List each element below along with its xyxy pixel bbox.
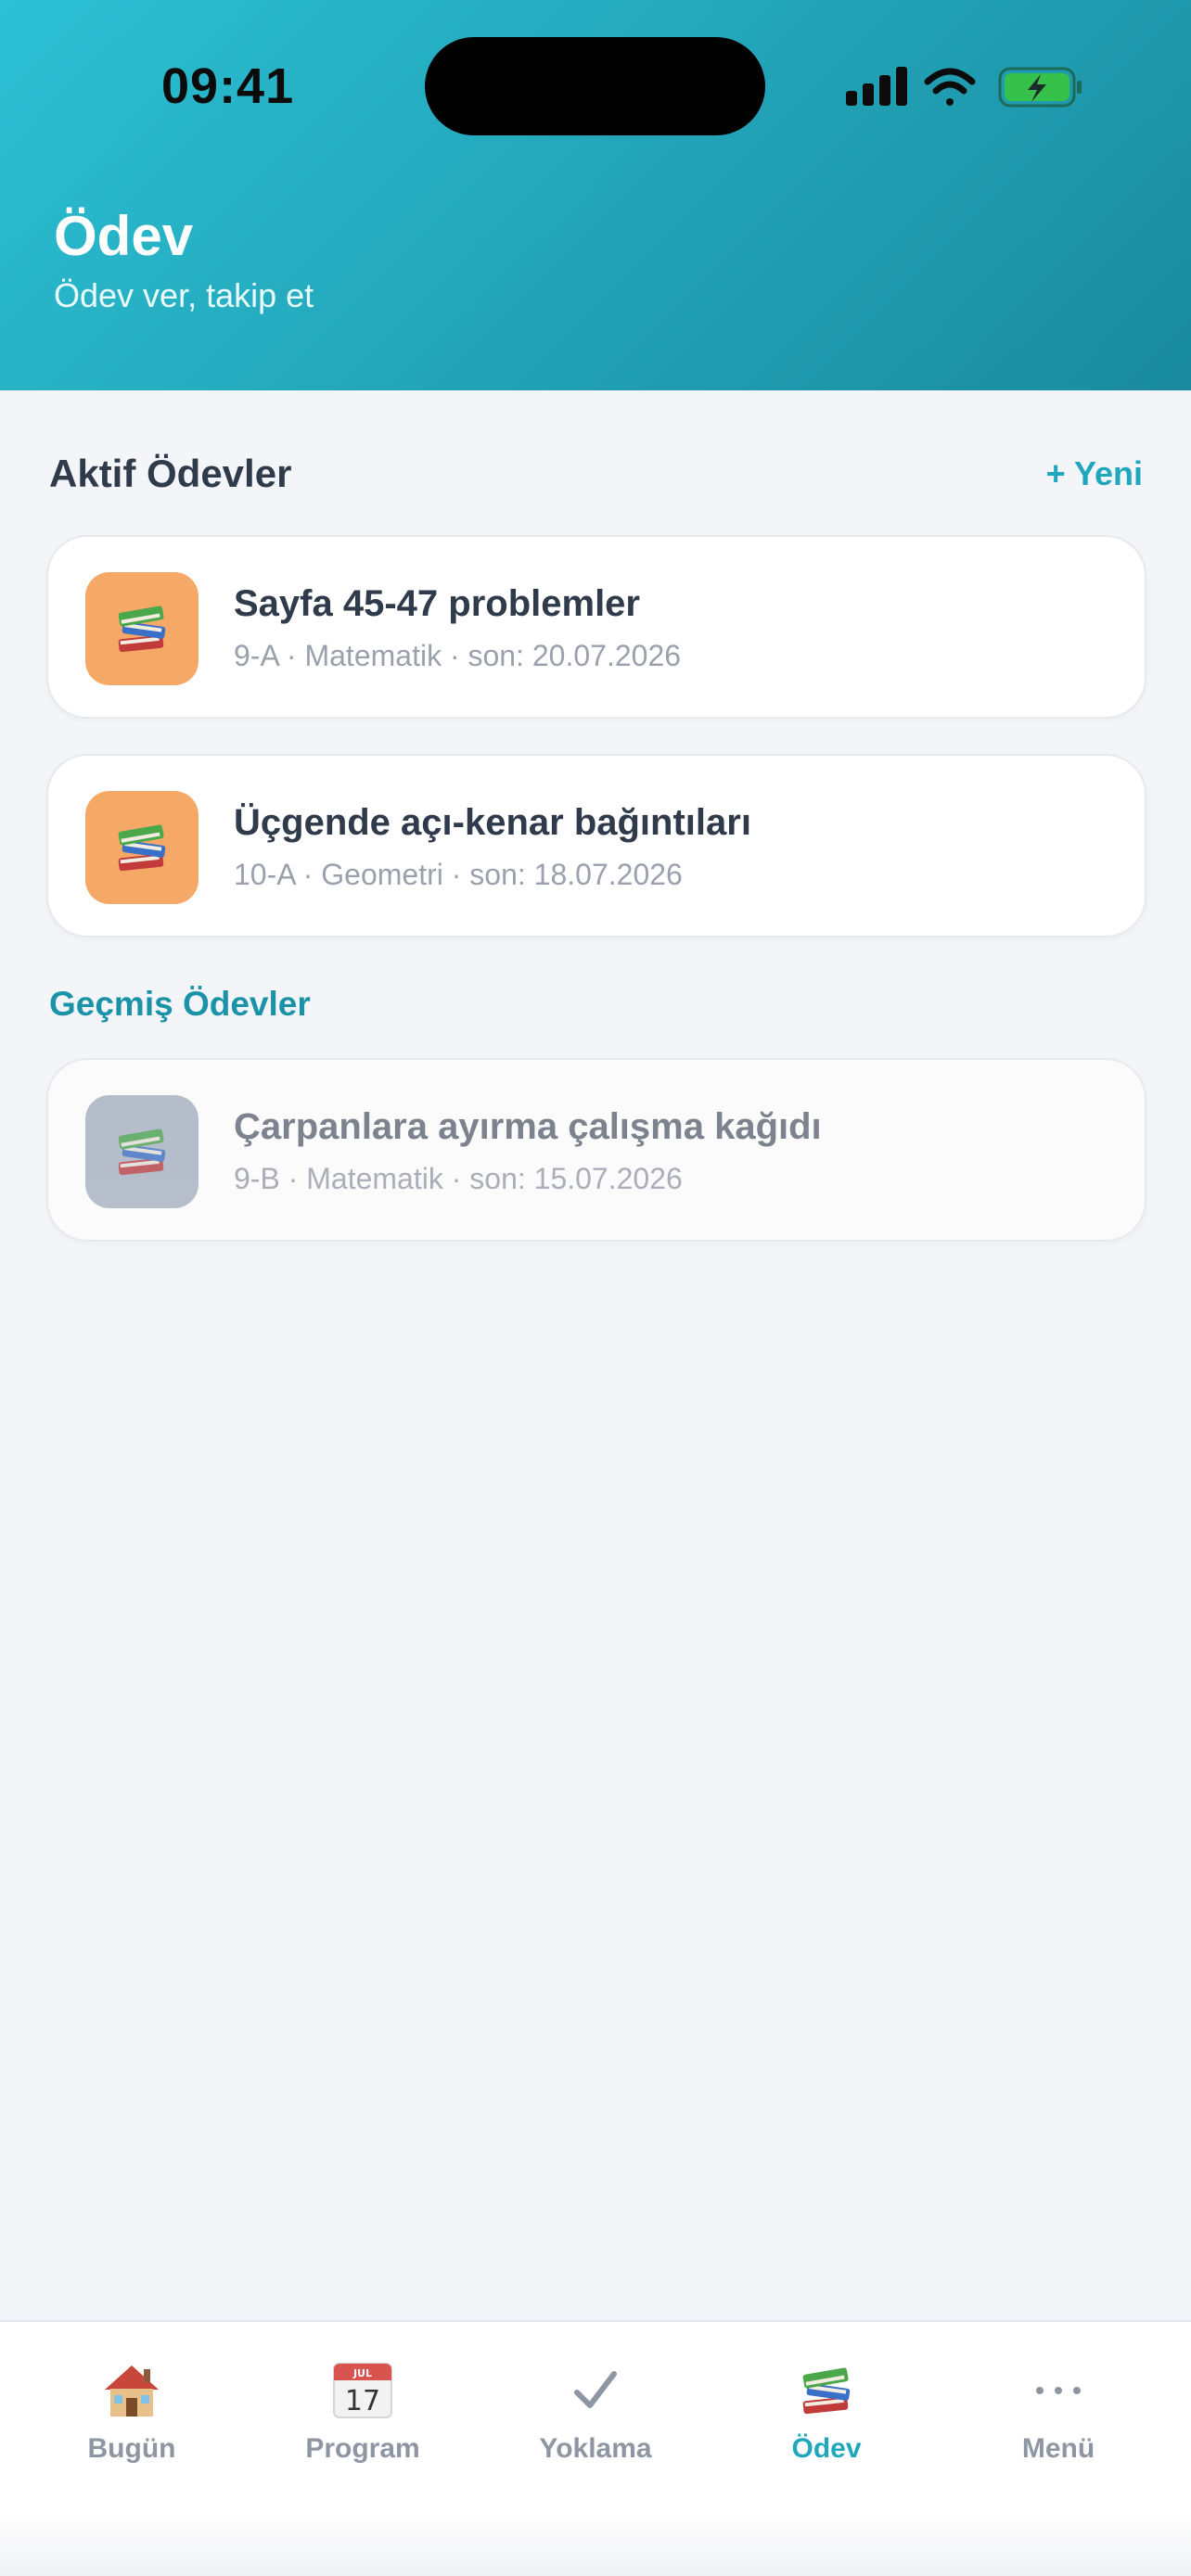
tab-odev[interactable]: Ödev [708, 2322, 945, 2507]
tab-yoklama[interactable]: Yoklama [477, 2322, 714, 2507]
header: 09:41 Ödev Ödev ver, takip et [0, 0, 1191, 390]
battery-icon [998, 67, 1082, 108]
books-icon [85, 1095, 198, 1208]
house-icon [95, 2353, 169, 2428]
books-icon [85, 791, 198, 904]
tab-label: Program [305, 2433, 420, 2464]
past-homework-card[interactable]: Çarpanlara ayırma çalışma kağıdı 9-B · M… [46, 1058, 1146, 1242]
books-icon [789, 2353, 864, 2428]
home-indicator-area [0, 2511, 1191, 2576]
status-time: 09:41 [161, 58, 295, 114]
svg-text:17: 17 [345, 2385, 380, 2417]
status-icons [846, 67, 1082, 108]
tab-label: Yoklama [539, 2433, 652, 2464]
signal-icon [846, 67, 907, 106]
homework-screen: 09:41 Ödev Ödev ver, takip et Aktif Ödev… [0, 0, 1191, 2576]
past-section-title: Geçmiş Ödevler [49, 985, 311, 1023]
more-icon [1021, 2353, 1095, 2428]
calendar-icon: JUL 17 [326, 2353, 400, 2428]
tab-label: Menü [1021, 2433, 1095, 2464]
page-title: Ödev [54, 205, 194, 267]
homework-title: Üçgende açı-kenar bağıntıları [234, 802, 751, 843]
new-homework-button[interactable]: + Yeni [1046, 454, 1143, 493]
tab-bugun[interactable]: Bugün [13, 2322, 250, 2507]
homework-meta: 9-B · Matematik · son: 15.07.2026 [234, 1162, 683, 1195]
homework-card[interactable]: Sayfa 45-47 problemler 9-A · Matematik ·… [46, 535, 1146, 719]
homework-title: Sayfa 45-47 problemler [234, 583, 640, 624]
homework-title: Çarpanlara ayırma çalışma kağıdı [234, 1106, 822, 1147]
tab-label: Bugün [87, 2433, 176, 2464]
homework-card[interactable]: Üçgende açı-kenar bağıntıları 10-A · Geo… [46, 754, 1146, 937]
tab-menu[interactable]: Menü [940, 2322, 1177, 2507]
tab-bar: Bugün JUL 17 Program Yoklama Ödev Menü [0, 2320, 1191, 2576]
wifi-icon [924, 68, 976, 106]
svg-text:JUL: JUL [352, 2367, 372, 2379]
check-icon [558, 2353, 633, 2428]
dynamic-island [425, 37, 765, 135]
active-section-title: Aktif Ödevler [49, 452, 292, 495]
tab-label: Ödev [791, 2433, 862, 2464]
homework-meta: 10-A · Geometri · son: 18.07.2026 [234, 858, 683, 891]
homework-meta: 9-A · Matematik · son: 20.07.2026 [234, 639, 682, 672]
books-icon [85, 572, 198, 685]
tab-program[interactable]: JUL 17 Program [244, 2322, 481, 2507]
page-subtitle: Ödev ver, takip et [54, 276, 314, 314]
